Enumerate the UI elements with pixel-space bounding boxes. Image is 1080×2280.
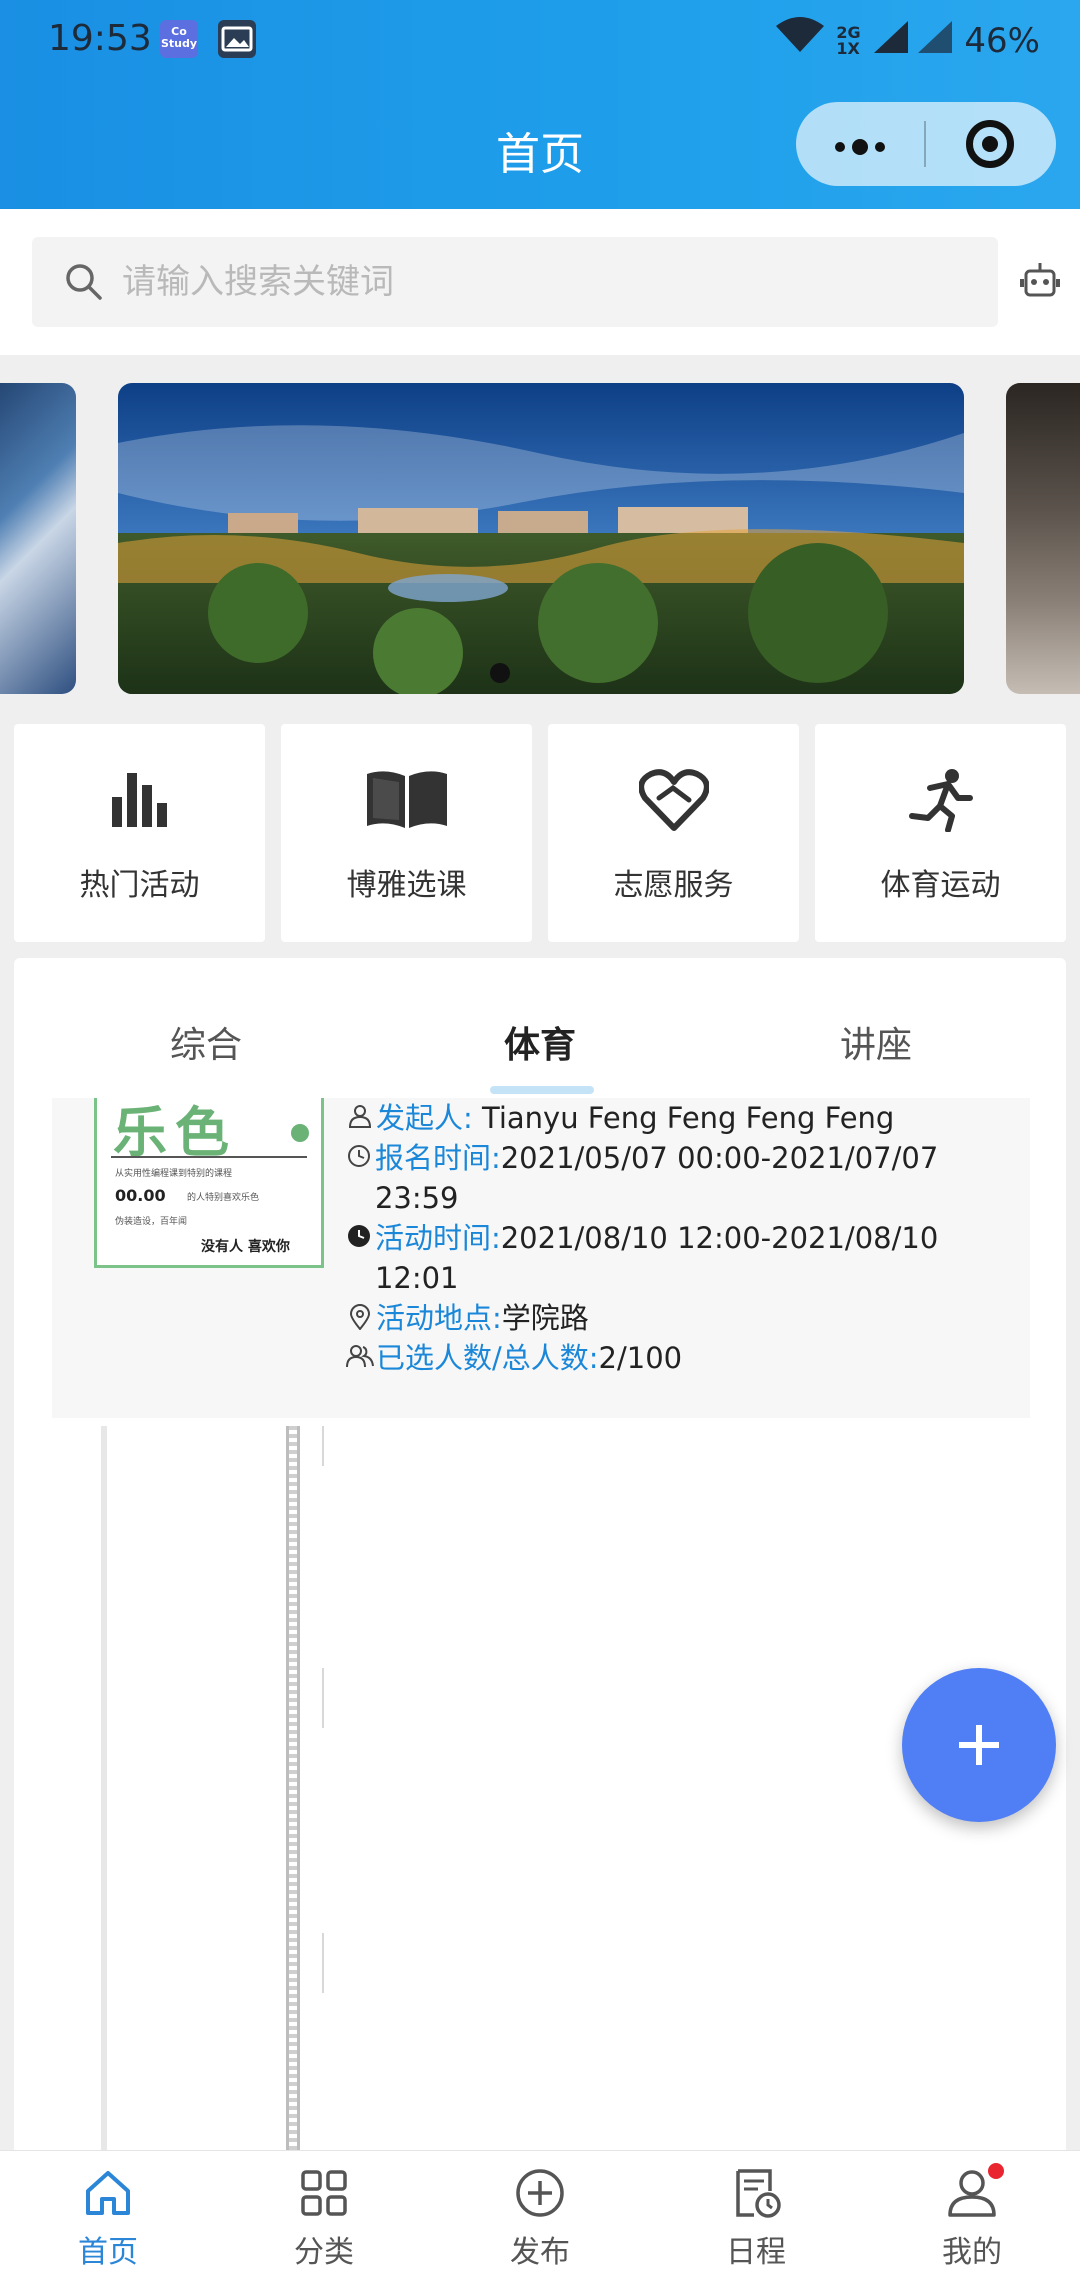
tab-sports[interactable]: 体育 xyxy=(504,1016,576,1068)
tab-lectures[interactable]: 讲座 xyxy=(840,1016,912,1068)
thumb-divider xyxy=(111,1156,307,1158)
tab-general[interactable]: 综合 xyxy=(170,1016,242,1068)
battery-level: 46% xyxy=(964,20,1040,61)
clock-filled-icon xyxy=(346,1218,373,1248)
bar-chart-icon xyxy=(110,764,170,836)
nav-label: 日程 xyxy=(726,2235,786,2270)
schedule-icon xyxy=(736,2169,781,2218)
signup-time-row: 报名时间:2021/05/07 00:00-2021/07/07 23:59 xyxy=(346,1138,1006,1218)
nav-label: 分类 xyxy=(294,2235,354,2270)
nav-label: 发布 xyxy=(510,2235,570,2270)
activity-info: 发起人: Tianyu Feng Feng Feng Feng 报名时间:202… xyxy=(346,1098,1006,1378)
network-type: 2G 1X xyxy=(836,22,861,58)
top-bar: 19:53 Co Study 2G 1X 46% 首页 xyxy=(0,0,1080,209)
search-area xyxy=(0,209,1080,355)
heart-hand-icon xyxy=(638,764,709,836)
list-divider xyxy=(322,1668,324,1728)
thumb-text-2: 的人特别喜欢乐色 xyxy=(187,1193,260,1203)
home-icon xyxy=(86,2171,130,2215)
list-zipper-decoration xyxy=(286,1426,300,2158)
entry-volunteer-service[interactable]: 志愿服务 xyxy=(548,724,799,942)
entry-hot-activities[interactable]: 热门活动 xyxy=(14,724,265,942)
search-input[interactable] xyxy=(122,262,922,302)
add-activity-button[interactable] xyxy=(902,1668,1056,1822)
gallery-app-icon xyxy=(218,20,256,58)
thumb-number: 00.00 xyxy=(115,1186,166,1205)
more-button[interactable] xyxy=(796,121,924,167)
nav-label: 我的 xyxy=(942,2235,1002,2270)
banner-next-slide[interactable] xyxy=(1006,383,1080,694)
entry-label: 热门活动 xyxy=(79,868,200,903)
location-value: 学院路 xyxy=(501,1301,589,1335)
book-icon xyxy=(365,764,449,836)
participants-value: 2/100 xyxy=(598,1341,683,1375)
location-row: 活动地点:学院路 xyxy=(346,1298,1006,1338)
search-icon xyxy=(66,264,102,300)
plus-icon xyxy=(959,1725,999,1765)
nav-label: 首页 xyxy=(78,2235,138,2270)
event-time-row: 活动时间:2021/08/10 12:00-2021/08/10 12:01 xyxy=(346,1218,1006,1298)
entry-course-selection[interactable]: 博雅选课 xyxy=(281,724,532,942)
signal-icon xyxy=(874,17,954,64)
wifi-icon xyxy=(774,16,826,65)
grid-icon xyxy=(301,2170,347,2216)
miniprogram-capsule xyxy=(796,102,1056,186)
runner-icon xyxy=(908,764,974,836)
banner-prev-slide[interactable] xyxy=(0,383,76,694)
nav-home[interactable]: 首页 xyxy=(0,2151,216,2280)
close-miniprogram-button[interactable] xyxy=(926,120,1054,168)
thumb-text-1: 从实用性编程课到特别的课程 xyxy=(115,1169,233,1179)
event-time-label: 活动时间: xyxy=(374,1221,501,1255)
nav-profile[interactable]: 我的 xyxy=(864,2151,1080,2280)
thumb-text-3: 伪装造设，百年闻 xyxy=(115,1217,188,1227)
activity-panel: 综合 体育 讲座 乐色 从实用性编程课到特别的课程 00.00 的人特别喜欢乐色… xyxy=(14,958,1066,2158)
organizer-label: 发起人: xyxy=(376,1101,473,1135)
thumb-dot xyxy=(291,1124,309,1142)
nav-schedule[interactable]: 日程 xyxy=(648,2151,864,2280)
target-icon xyxy=(966,120,1014,168)
entry-label: 体育运动 xyxy=(880,868,1001,903)
status-time: 19:53 xyxy=(48,18,152,59)
location-label: 活动地点: xyxy=(376,1301,502,1335)
quick-entry-grid: 热门活动 博雅选课 志愿服务 体育运动 xyxy=(14,724,1066,942)
active-tab-indicator xyxy=(490,1086,594,1094)
activity-card[interactable]: 乐色 从实用性编程课到特别的课程 00.00 的人特别喜欢乐色 伪装造设，百年闻… xyxy=(52,1098,1030,1418)
list-rail xyxy=(101,1426,107,2158)
list-divider xyxy=(322,1933,324,1993)
organizer-value: Tianyu Feng Feng Feng Feng xyxy=(472,1101,895,1135)
entry-label: 志愿服务 xyxy=(613,868,734,903)
signup-time-label: 报名时间: xyxy=(374,1141,501,1175)
organizer-row: 发起人: Tianyu Feng Feng Feng Feng xyxy=(346,1098,1006,1138)
entry-sports[interactable]: 体育运动 xyxy=(815,724,1066,942)
costudy-app-icon: Co Study xyxy=(160,20,198,58)
participants-row: 已选人数/总人数:2/100 xyxy=(346,1338,1006,1378)
entry-label: 博雅选课 xyxy=(346,868,467,903)
category-tabs: 综合 体育 讲座 xyxy=(14,958,1066,1098)
notification-dot xyxy=(988,2163,1004,2179)
location-pin-icon xyxy=(346,1298,374,1330)
participants-label: 已选人数/总人数: xyxy=(376,1341,599,1375)
bottom-nav: 首页 分类 发布 日程 我的 xyxy=(0,2150,1080,2280)
banner-slide-campus[interactable] xyxy=(118,383,964,694)
list-divider xyxy=(322,1426,324,1466)
thumb-signature: 没有人 喜欢你 xyxy=(201,1239,290,1255)
nav-category[interactable]: 分类 xyxy=(216,2151,432,2280)
status-bar: 19:53 Co Study 2G 1X 46% xyxy=(0,0,1080,82)
search-bar[interactable] xyxy=(32,237,998,327)
activity-thumbnail: 乐色 从实用性编程课到特别的课程 00.00 的人特别喜欢乐色 伪装造设，百年闻… xyxy=(94,1098,324,1268)
carousel-indicator-dot xyxy=(490,663,510,683)
user-icon xyxy=(346,1098,374,1128)
nav-publish[interactable]: 发布 xyxy=(432,2151,648,2280)
clock-outline-icon xyxy=(346,1138,373,1168)
group-icon xyxy=(346,1338,374,1368)
banner-carousel[interactable] xyxy=(0,383,1080,694)
robot-icon[interactable] xyxy=(1020,261,1060,305)
plus-circle-icon xyxy=(516,2169,564,2217)
